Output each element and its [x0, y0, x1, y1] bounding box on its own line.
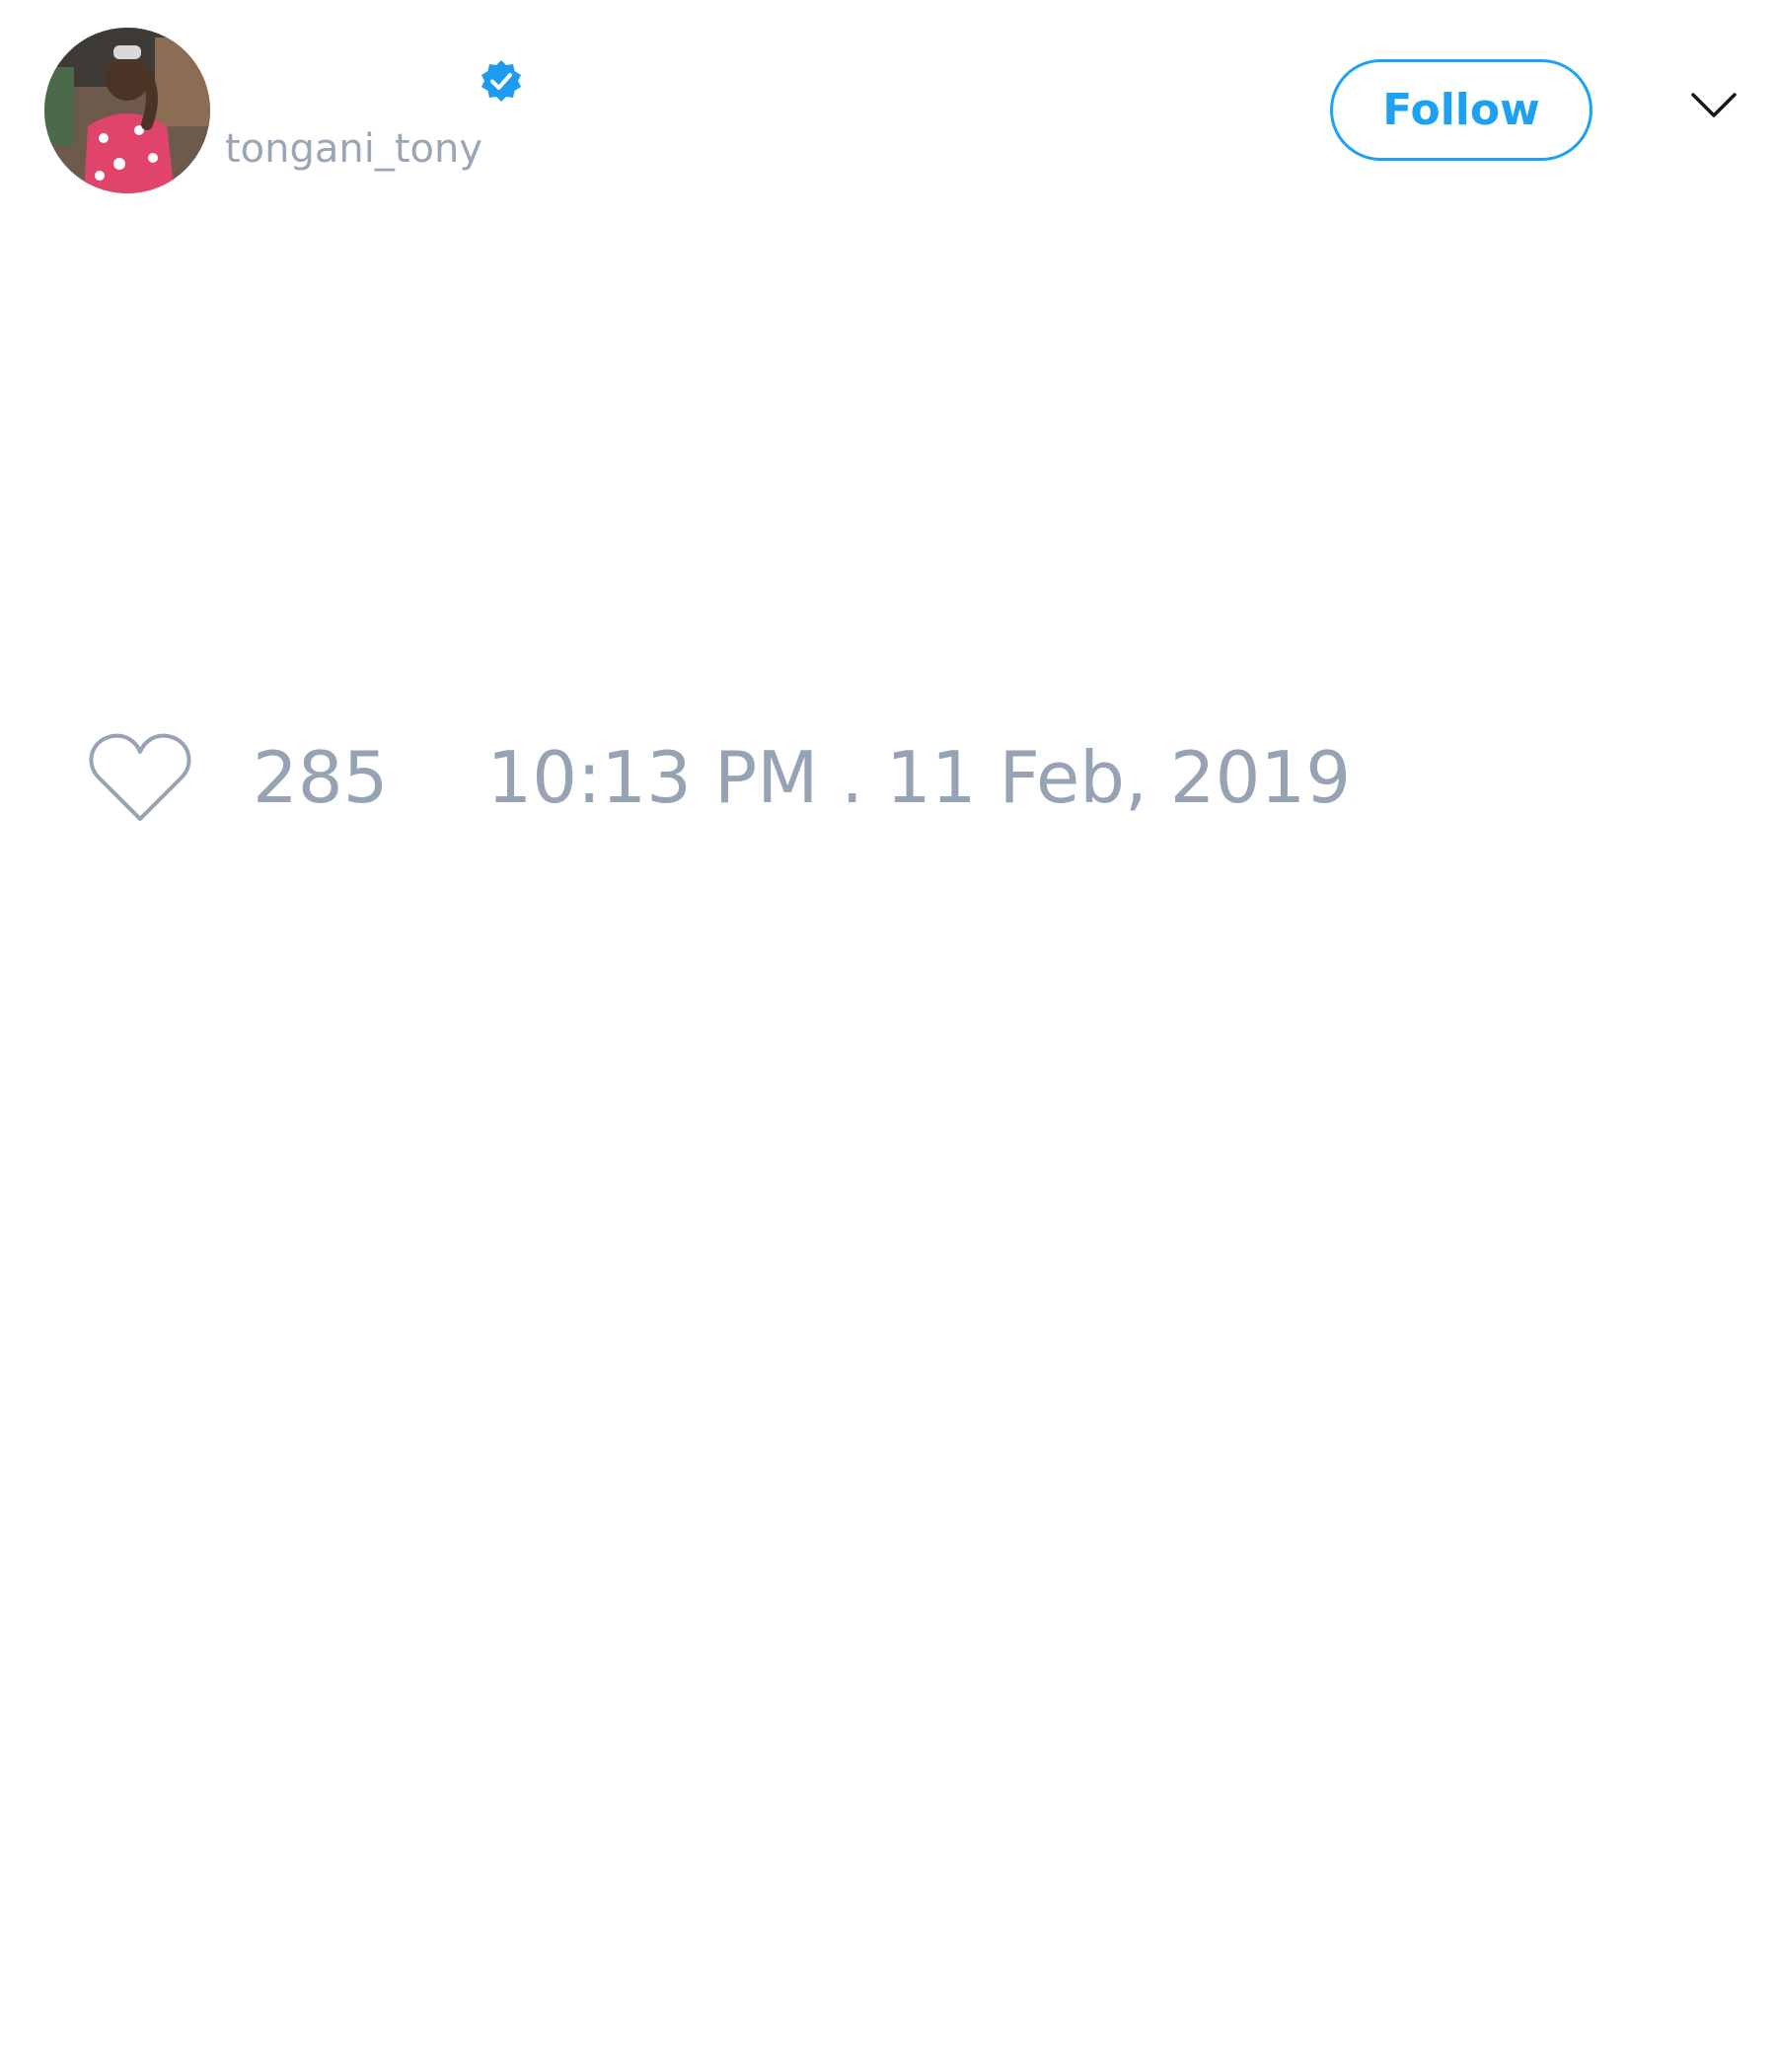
- follow-button[interactable]: Follow: [1330, 59, 1592, 161]
- verified-badge-icon: [481, 60, 521, 102]
- tweet-card: tongani_tony Follow 285 10:13 PM . 11 Fe…: [0, 0, 1776, 2072]
- like-button[interactable]: [89, 728, 195, 827]
- chevron-down-icon[interactable]: [1689, 91, 1739, 120]
- tweet-timestamp[interactable]: 10:13 PM . 11 Feb, 2019: [486, 736, 1351, 819]
- avatar[interactable]: [44, 28, 210, 193]
- author-handle[interactable]: tongani_tony: [225, 126, 482, 172]
- like-count: 285: [253, 736, 389, 819]
- tweet-footer: 285 10:13 PM . 11 Feb, 2019: [89, 728, 1351, 827]
- heart-icon: [89, 733, 191, 821]
